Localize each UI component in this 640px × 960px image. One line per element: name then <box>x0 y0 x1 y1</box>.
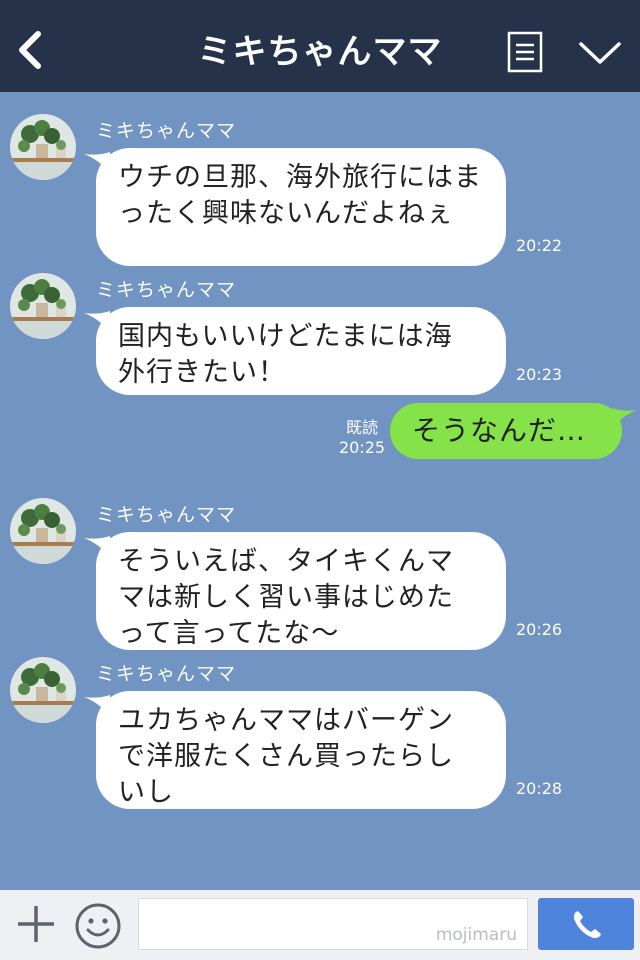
plus-icon[interactable] <box>16 904 56 944</box>
plant-avatar-icon <box>10 498 76 564</box>
chevron-down-icon[interactable] <box>578 40 622 66</box>
message-bubble: 国内もいいけどたまには海 外行きたい！ <box>96 307 506 395</box>
avatar[interactable] <box>10 498 76 564</box>
message-text-line: ユカちゃんママはバーゲン <box>118 705 454 736</box>
plant-avatar-icon <box>10 657 76 723</box>
message-text-line: 国内もいいけどたまには海 <box>118 321 453 352</box>
sender-name: ミキちゃんママ <box>96 120 237 142</box>
message-bubble: そうなんだ… <box>390 403 622 459</box>
message-time: 20:28 <box>516 779 563 798</box>
message-bubble: ウチの旦那、海外旅行にはま ったく興味ないんだよねぇ <box>96 148 506 266</box>
call-button[interactable] <box>538 898 634 950</box>
chat-title: ミキちゃんママ <box>197 32 443 72</box>
sender-name: ミキちゃんママ <box>96 504 237 526</box>
message-text-line: って言ってたな〜 <box>118 618 340 649</box>
message-bubble: そういえば、タイキくんマ マは新しく習い事はじめた って言ってたな〜 <box>96 532 506 650</box>
list-icon[interactable] <box>507 31 543 73</box>
smiley-icon[interactable] <box>74 902 122 950</box>
message-bubble: ユカちゃんママはバーゲン で洋服たくさん買ったらし いし <box>96 691 506 809</box>
sender-name: ミキちゃんママ <box>96 663 237 685</box>
message-text-line: マは新しく習い事はじめた <box>118 582 454 613</box>
message-text-line: いし <box>118 777 174 808</box>
read-label: 既読 <box>345 418 378 437</box>
message-text-line: そういえば、タイキくんマ <box>118 546 454 577</box>
message-time: 20:25 <box>338 438 386 457</box>
message-time: 20:23 <box>516 365 563 384</box>
plant-avatar-icon <box>10 273 76 339</box>
avatar[interactable] <box>10 657 76 723</box>
bubble-tail <box>612 408 637 428</box>
message-time: 20:26 <box>516 620 563 639</box>
message-text-line: 外行きたい！ <box>118 357 286 388</box>
avatar[interactable] <box>10 114 76 180</box>
chat-header: ミキちゃんママ <box>0 0 640 92</box>
message-text-line: ウチの旦那、海外旅行にはま <box>118 162 482 193</box>
message-text-line: で洋服たくさん買ったらし <box>118 741 454 772</box>
message-text-line: ったく興味ないんだよねぇ <box>118 198 454 229</box>
plant-avatar-icon <box>10 114 76 180</box>
avatar[interactable] <box>10 273 76 339</box>
read-receipt: 既読 20:25 <box>336 418 388 458</box>
message-time: 20:22 <box>516 236 563 255</box>
message-input[interactable]: mojimaru <box>138 898 528 950</box>
watermark: mojimaru <box>435 925 517 945</box>
sender-name: ミキちゃんママ <box>96 279 237 301</box>
phone-icon <box>573 911 601 939</box>
